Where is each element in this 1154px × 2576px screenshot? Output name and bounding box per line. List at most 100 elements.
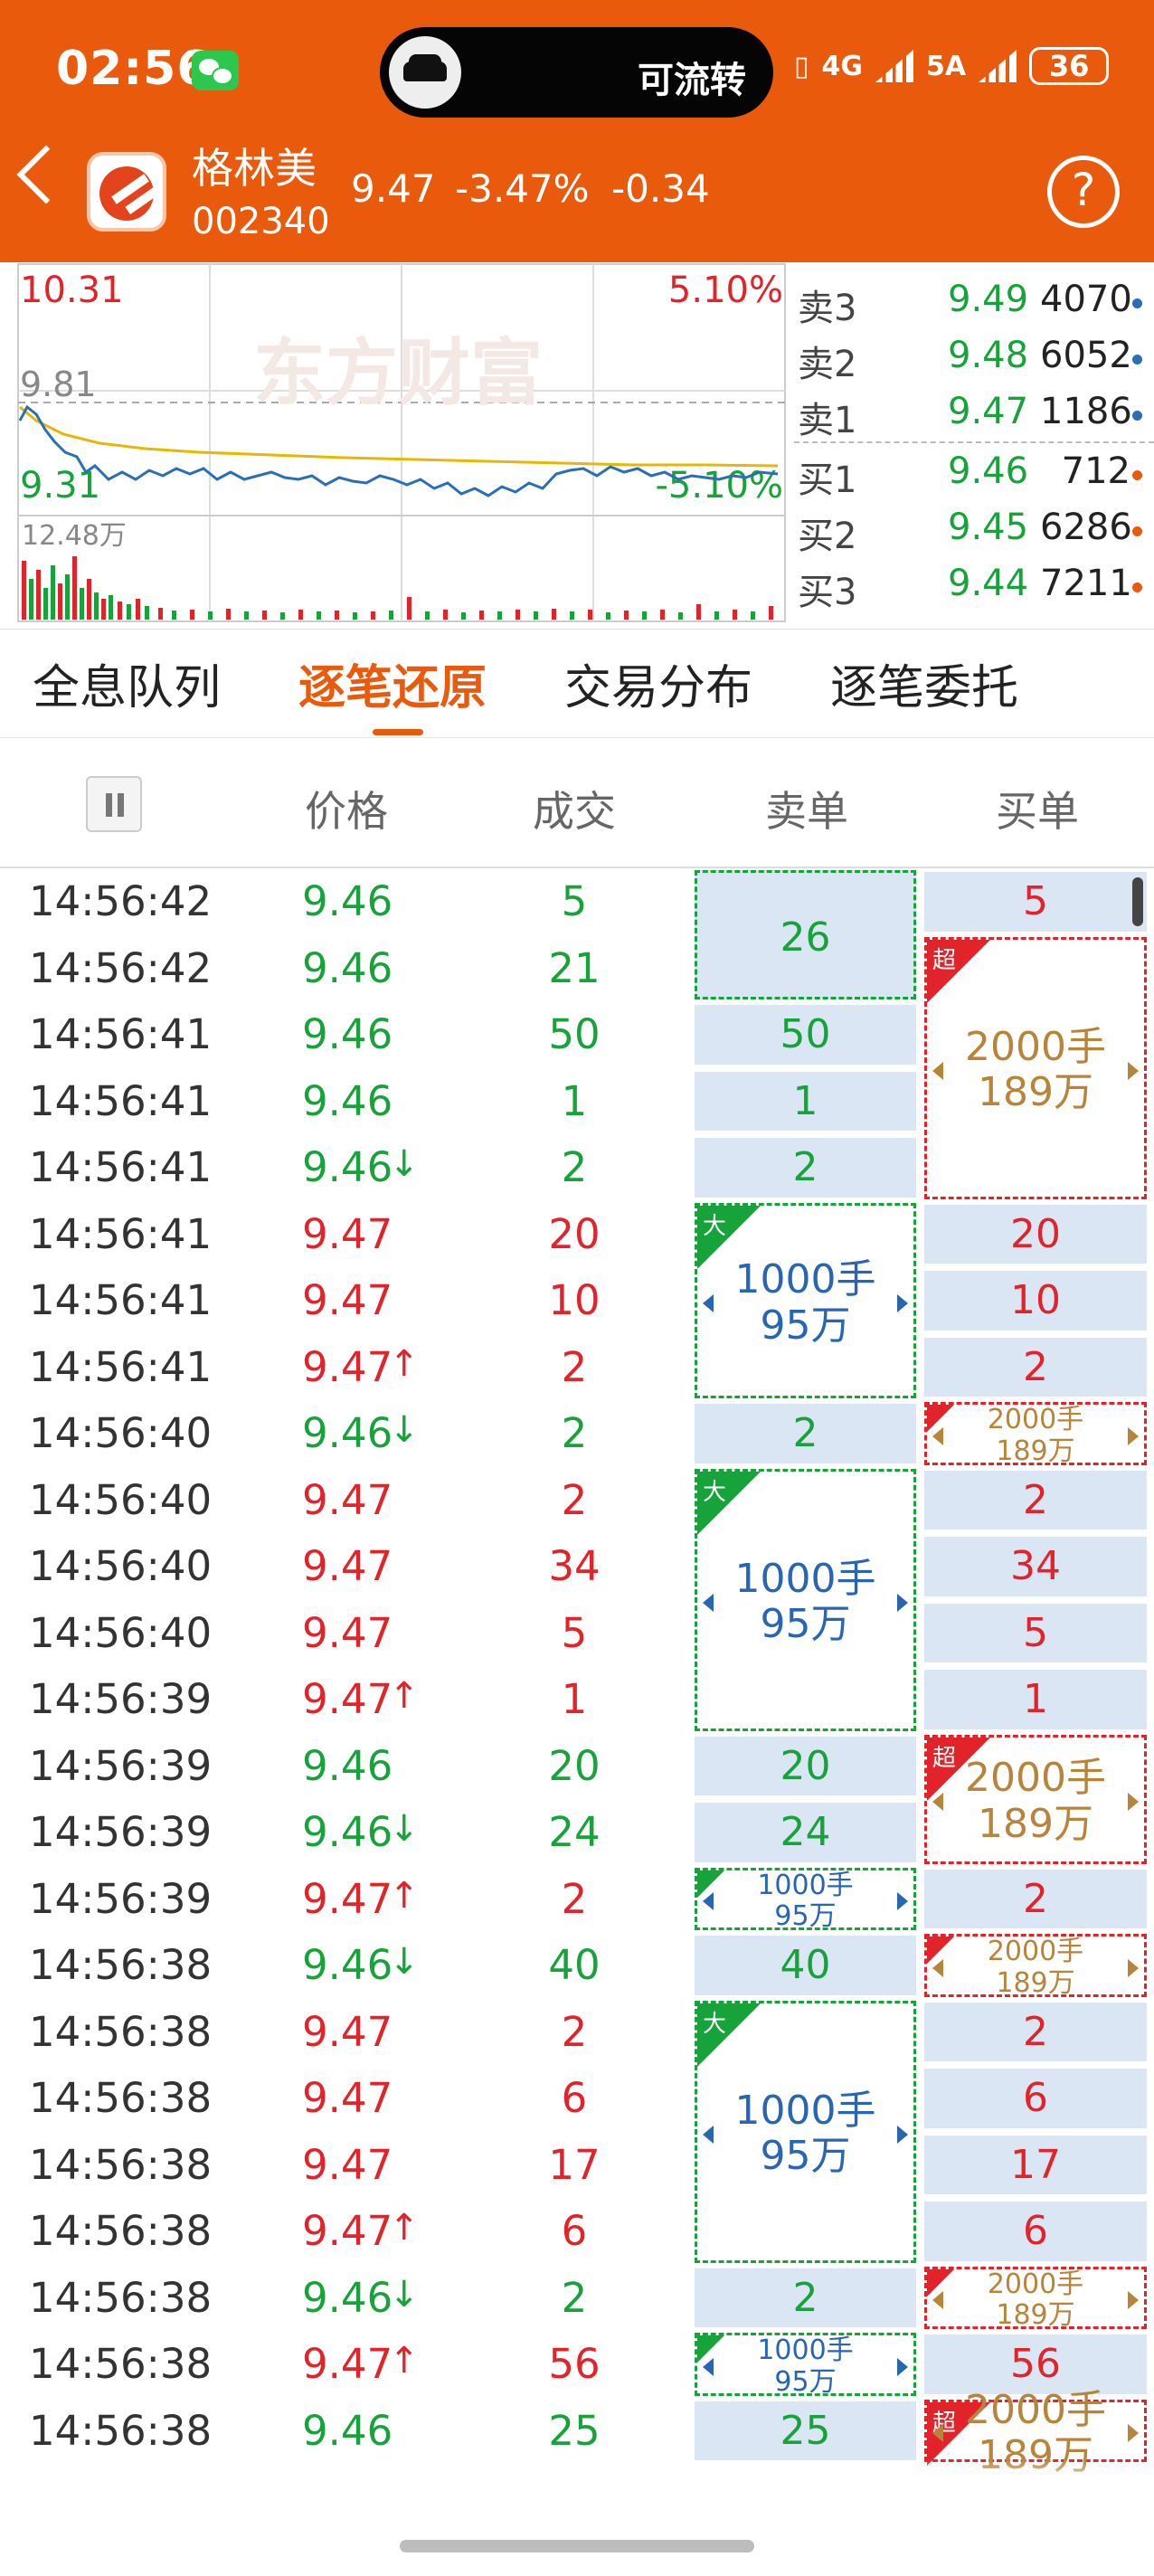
tab-tick-restore[interactable]: 逐笔还原: [298, 649, 487, 717]
arrow-right-icon: [897, 1593, 908, 1612]
ob-price: 9.49: [948, 279, 1029, 320]
sell-order-cell[interactable]: 20: [695, 1736, 916, 1795]
tick-price: 9.46: [302, 2273, 393, 2322]
super-buy-order[interactable]: 超 2000手 189万: [924, 2387, 1147, 2478]
buy-order-cell[interactable]: 2: [924, 1470, 1147, 1530]
pause-icon[interactable]: [86, 776, 142, 832]
sell-order-cell[interactable]: 50: [695, 1005, 916, 1065]
big-sell-order[interactable]: 大 1000手 95万: [695, 1202, 916, 1398]
buy-order-cell[interactable]: 56: [924, 2334, 1147, 2394]
buy-order-cell[interactable]: 5: [924, 1603, 1147, 1662]
tab-queue[interactable]: 全息队列: [33, 649, 221, 717]
tick-price: 9.47: [302, 1342, 393, 1391]
sell-order-cell[interactable]: 1: [695, 1071, 916, 1131]
table-header: 价格 成交 卖单 买单: [0, 737, 1154, 868]
big-sell-order[interactable]: 大 1000手 95万: [695, 2000, 916, 2263]
buy-order-cell[interactable]: 34: [924, 1537, 1147, 1596]
arrow-right-icon: [1128, 1793, 1139, 1811]
buy-order-cell[interactable]: 2: [924, 1337, 1147, 1397]
tick-time: 14:56:41: [29, 1010, 213, 1058]
intraday-chart[interactable]: 东方财富 10.31 5.10% 9.81 9.31 -5.10% 12.48万: [0, 262, 791, 629]
buy-order-cell[interactable]: 2: [924, 1869, 1147, 1928]
arrow-left-icon: [703, 2125, 714, 2144]
tick-list[interactable]: 14:56:42 9.46 5 14:56:42 9.46 21 14:56:41 9.46 5…: [0, 868, 1154, 2487]
sell-order-cell[interactable]: 40: [695, 1936, 916, 1995]
sell-order-cell[interactable]: 2: [695, 1404, 916, 1463]
stock-price: 9.47: [351, 166, 436, 211]
buy-order-cell[interactable]: 2: [924, 2002, 1147, 2061]
buy-order-cell[interactable]: 1: [924, 1670, 1147, 1729]
buy-order-cell[interactable]: 17: [924, 2135, 1147, 2194]
order-book-row: 卖3 9.49 4070: [794, 271, 1154, 329]
chart-price-high: 10.31: [20, 270, 124, 311]
super-buy-order[interactable]: 2000手 189万: [924, 2266, 1147, 2331]
order-size-text: 2000手 189万: [965, 1755, 1106, 1847]
tab-tick-orders[interactable]: 逐笔委托: [830, 649, 1018, 717]
tick-volume: 21: [548, 943, 601, 992]
buy-order-cell[interactable]: 10: [924, 1271, 1147, 1331]
sell-order-cell[interactable]: 2: [695, 1138, 916, 1198]
ob-volume: 6052: [1040, 335, 1132, 376]
buy-order-cell[interactable]: 20: [924, 1204, 1147, 1264]
tick-volume: 17: [548, 2140, 601, 2189]
tick-volume: 24: [548, 1808, 601, 1856]
tick-time: 14:56:38: [29, 2007, 213, 2056]
active-tab-indicator: [373, 729, 423, 735]
pill-label: 可流转: [638, 60, 746, 101]
tick-time: 14:56:38: [29, 2207, 213, 2255]
ob-label: 买2: [798, 516, 857, 557]
big-sell-order[interactable]: 1000手 95万: [695, 2333, 916, 2398]
sell-order-cell[interactable]: 25: [695, 2401, 916, 2460]
tick-time: 14:56:40: [29, 1542, 213, 1590]
sell-order-cell[interactable]: 2: [695, 2268, 916, 2327]
dynamic-island-pill[interactable]: 可流转: [380, 27, 773, 118]
ob-volume: 4070: [1040, 279, 1132, 320]
big-sell-order[interactable]: 大 1000手 95万: [695, 1468, 916, 1731]
order-book-row: 买1 9.46 712: [794, 443, 1154, 501]
tick-price: 9.47: [302, 1542, 393, 1590]
order-tag-label: 大: [703, 2010, 727, 2038]
dot-icon: [1132, 526, 1142, 536]
super-buy-order[interactable]: 超 2000手 189万: [924, 936, 1147, 1199]
tick-volume: 6: [561, 2207, 588, 2255]
order-book-row: 买2 9.45 6286: [794, 499, 1154, 557]
sell-order-cell[interactable]: 26: [695, 870, 916, 999]
tick-price: 9.47: [302, 1608, 393, 1657]
tick-volume: 2: [561, 2273, 588, 2322]
super-buy-order[interactable]: 2000手 189万: [924, 1402, 1147, 1466]
buy-order-cell[interactable]: 6: [924, 2069, 1147, 2128]
tick-volume: 2: [561, 1409, 588, 1457]
tick-time: 14:56:40: [29, 1409, 213, 1457]
home-indicator[interactable]: [400, 2540, 754, 2552]
help-icon[interactable]: ?: [1047, 156, 1120, 228]
big-sell-order[interactable]: 1000手 95万: [695, 1867, 916, 1932]
tick-time: 14:56:40: [29, 1475, 213, 1524]
arrow-right-icon: [1128, 1426, 1139, 1445]
order-tag-label: 超: [932, 946, 957, 974]
signal-icon-2: [979, 50, 1017, 82]
order-size-text: 1000手 95万: [757, 2334, 854, 2398]
wechat-notification-icon: [192, 51, 239, 90]
tick-volume: 25: [548, 2406, 601, 2455]
tick-time: 14:56:38: [29, 1941, 213, 1989]
buy-order-cell[interactable]: 5: [924, 872, 1147, 932]
buy-order-cell[interactable]: 6: [924, 2202, 1147, 2261]
app-logo-icon: [87, 152, 166, 232]
arrow-left-icon: [932, 1793, 943, 1811]
tick-volume: 5: [561, 877, 588, 925]
back-chevron-icon[interactable]: [16, 145, 76, 204]
scrollbar[interactable]: [1132, 877, 1143, 926]
tab-distribution[interactable]: 交易分布: [564, 649, 752, 717]
order-tag-label: 大: [703, 1212, 727, 1240]
super-buy-order[interactable]: 超 2000手 189万: [924, 1734, 1147, 1864]
tick-volume: 50: [548, 1010, 601, 1058]
tick-price: 9.46: [302, 1076, 393, 1125]
ob-price: 9.47: [948, 391, 1029, 432]
tick-volume: 10: [548, 1276, 601, 1324]
tick-price: 9.46: [302, 877, 393, 925]
sell-order-cell[interactable]: 24: [695, 1803, 916, 1862]
list-fade: [0, 2460, 1154, 2487]
tick-volume: 20: [548, 1209, 601, 1258]
super-buy-order[interactable]: 2000手 189万: [924, 1934, 1147, 1998]
stock-name: 格林美: [192, 144, 317, 193]
